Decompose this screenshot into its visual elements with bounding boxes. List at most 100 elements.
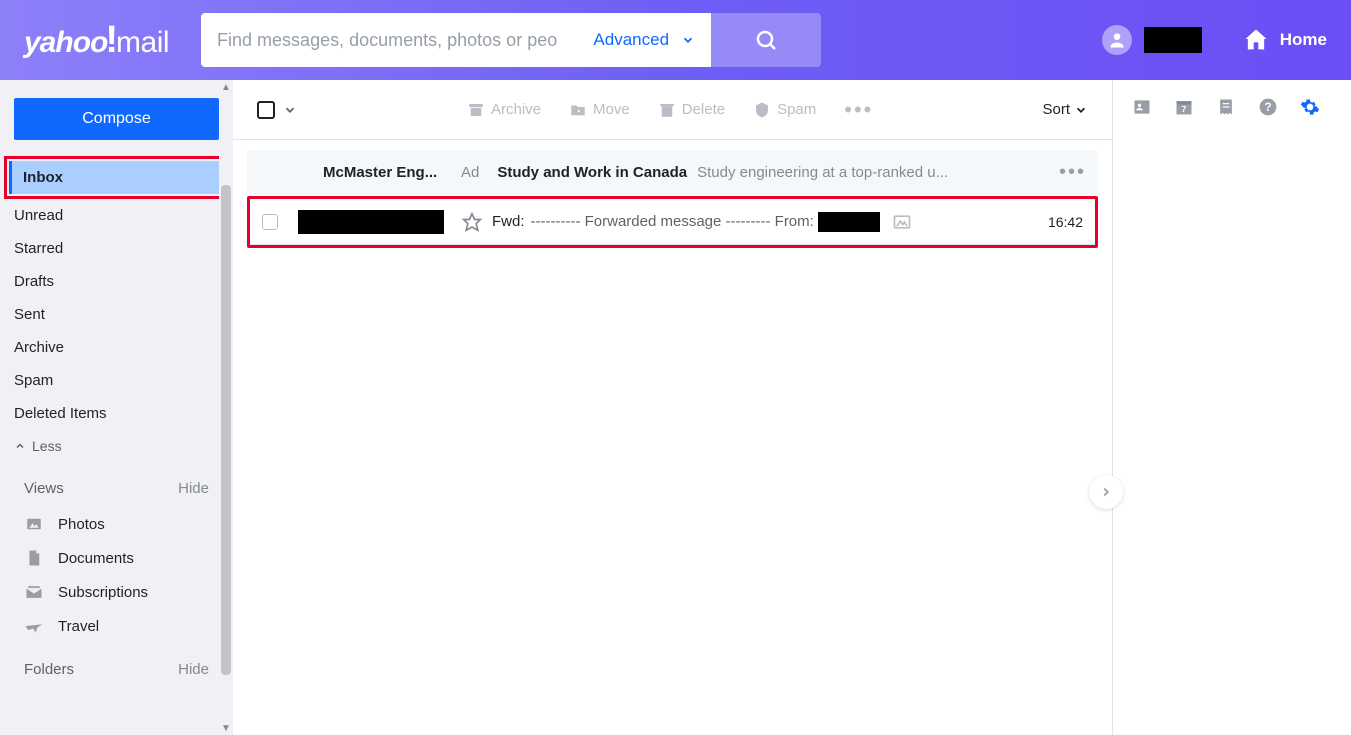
preview-text: ---------- Forwarded message --------- F… (531, 212, 814, 229)
views-hide-toggle[interactable]: Hide (178, 480, 209, 497)
toolbar-actions: Archive Move Delete Spam ••• (467, 97, 873, 123)
svg-text:?: ? (1264, 101, 1271, 114)
sidebar-item-unread[interactable]: Unread (0, 199, 233, 232)
chevron-down-icon (681, 33, 695, 47)
move-icon (569, 101, 587, 119)
sidebar-item-starred[interactable]: Starred (0, 232, 233, 265)
calendar-button[interactable]: 7 (1173, 96, 1195, 118)
sidebar-item-inbox[interactable]: Inbox (9, 161, 224, 194)
folders-section-header: Folders Hide (0, 643, 233, 688)
select-dropdown-icon[interactable] (283, 103, 297, 117)
header-right: Home (1102, 25, 1327, 55)
message-checkbox[interactable] (262, 214, 278, 230)
logo-text-yahoo: yahoo (24, 26, 107, 60)
sidebar-item-spam[interactable]: Spam (0, 364, 233, 397)
view-item-documents[interactable]: Documents (0, 541, 233, 575)
right-rail: 7 ? (1113, 80, 1351, 735)
view-item-subscriptions[interactable]: Subscriptions (0, 575, 233, 609)
compose-button[interactable]: Compose (14, 98, 219, 140)
body-wrap: Compose Inbox Unread Starred Drafts Sent… (0, 80, 1351, 735)
advanced-label: Advanced (593, 30, 669, 50)
spam-label: Spam (777, 101, 816, 118)
archive-button[interactable]: Archive (467, 97, 541, 123)
spam-button[interactable]: Spam (753, 97, 816, 123)
sidebar-less-toggle[interactable]: Less (0, 430, 233, 462)
help-icon: ? (1258, 97, 1278, 117)
yahoo-mail-logo[interactable]: yahoo ! mail (24, 19, 169, 62)
search-input[interactable] (217, 30, 585, 51)
message-subject: Fwd: (492, 213, 525, 230)
delete-label: Delete (682, 101, 725, 118)
contacts-icon (1132, 97, 1152, 117)
expand-rail-button[interactable] (1089, 475, 1123, 509)
svg-text:7: 7 (1182, 104, 1187, 114)
ad-title: Study and Work in Canada (497, 164, 687, 181)
chevron-up-icon (14, 440, 26, 452)
ad-row[interactable]: McMaster Eng... Ad Study and Work in Can… (247, 150, 1098, 194)
view-item-travel[interactable]: Travel (0, 609, 233, 643)
attachment-icon (892, 212, 912, 232)
inbox-highlight: Inbox (4, 156, 229, 199)
ad-options-button[interactable]: ••• (1059, 161, 1086, 184)
more-actions-button[interactable]: ••• (844, 97, 873, 123)
notepad-icon (1216, 97, 1236, 117)
delete-icon (658, 101, 676, 119)
ad-sender: McMaster Eng... (323, 164, 453, 181)
gear-icon (1300, 97, 1320, 117)
subscriptions-icon (24, 582, 44, 602)
message-row[interactable]: Fwd: ---------- Forwarded message ------… (250, 199, 1095, 245)
select-all-checkbox[interactable] (257, 101, 275, 119)
sidebar-item-archive[interactable]: Archive (0, 331, 233, 364)
chevron-down-icon (1074, 103, 1088, 117)
message-highlight: Fwd: ---------- Forwarded message ------… (247, 196, 1098, 248)
spam-icon (753, 101, 771, 119)
folders-hide-toggle[interactable]: Hide (178, 661, 209, 678)
sidebar-item-deleted[interactable]: Deleted Items (0, 397, 233, 430)
notepad-button[interactable] (1215, 96, 1237, 118)
search-icon (754, 28, 778, 52)
view-item-photos[interactable]: Photos (0, 507, 233, 541)
archive-label: Archive (491, 101, 541, 118)
user-avatar[interactable] (1102, 25, 1132, 55)
sidebar-scrollbar[interactable]: ▲ ▼ (219, 80, 233, 735)
view-label: Travel (58, 618, 99, 635)
view-label: Documents (58, 550, 134, 567)
sidebar-item-drafts[interactable]: Drafts (0, 265, 233, 298)
travel-icon (24, 616, 44, 636)
settings-button[interactable] (1299, 96, 1321, 118)
archive-icon (467, 101, 485, 119)
username-redacted (1144, 27, 1202, 53)
documents-icon (24, 548, 44, 568)
help-button[interactable]: ? (1257, 96, 1279, 118)
sender-redacted (298, 210, 444, 234)
chevron-right-icon (1099, 485, 1113, 499)
search-button[interactable] (711, 13, 821, 67)
from-redacted (818, 212, 880, 232)
message-pane: Archive Move Delete Spam ••• Sort (233, 80, 1113, 735)
sidebar: Compose Inbox Unread Starred Drafts Sent… (0, 80, 233, 735)
sort-button[interactable]: Sort (1042, 101, 1088, 118)
scroll-thumb[interactable] (221, 185, 231, 675)
delete-button[interactable]: Delete (658, 97, 725, 123)
scroll-up-icon[interactable]: ▲ (221, 82, 231, 92)
view-label: Subscriptions (58, 584, 148, 601)
star-icon[interactable] (462, 212, 482, 232)
advanced-search-toggle[interactable]: Advanced (593, 30, 695, 50)
move-label: Move (593, 101, 630, 118)
scroll-down-icon[interactable]: ▼ (221, 723, 231, 733)
message-preview: ---------- Forwarded message --------- F… (531, 212, 884, 232)
ad-description: Study engineering at a top-ranked u... (697, 164, 1059, 181)
search-wrap: Advanced (201, 13, 821, 67)
move-button[interactable]: Move (569, 97, 630, 123)
sidebar-item-sent[interactable]: Sent (0, 298, 233, 331)
message-list: McMaster Eng... Ad Study and Work in Can… (233, 140, 1112, 258)
views-section-header: Views Hide (0, 462, 233, 507)
sort-label: Sort (1042, 101, 1070, 118)
calendar-icon: 7 (1174, 97, 1194, 117)
contacts-button[interactable] (1131, 96, 1153, 118)
app-header: yahoo ! mail Advanced Home (0, 0, 1351, 80)
home-link[interactable]: Home (1242, 26, 1327, 54)
home-label: Home (1280, 30, 1327, 50)
less-label: Less (32, 438, 62, 454)
folders-label: Folders (24, 661, 74, 678)
